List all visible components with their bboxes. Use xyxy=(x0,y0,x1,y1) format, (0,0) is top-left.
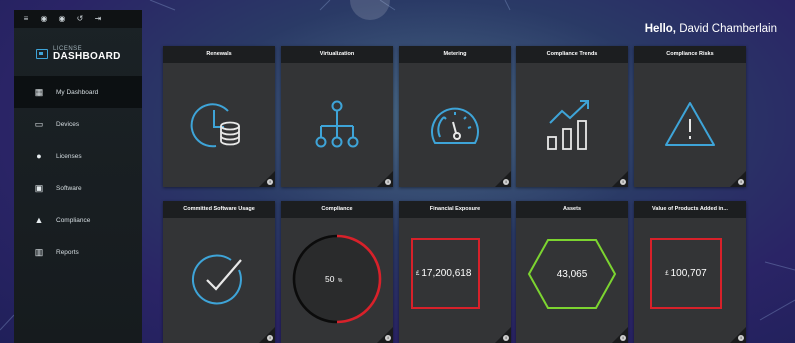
info-icon[interactable]: i xyxy=(267,335,273,341)
compliance-unit: % xyxy=(337,278,343,284)
tile-title: Virtualization xyxy=(281,46,393,63)
greeting-hello: Hello, xyxy=(644,23,676,35)
compliance-value: 50 % xyxy=(325,274,342,284)
info-icon[interactable]: i xyxy=(385,335,391,341)
warning-icon: ▲ xyxy=(34,215,44,225)
tile-value-of-products-added[interactable]: Value of Products Added in... £ 100,707 … xyxy=(634,201,746,343)
sidebar-item-devices[interactable]: ▭ Devices xyxy=(14,108,142,140)
sidebar-item-software[interactable]: ▣ Software xyxy=(14,172,142,204)
sidebar-item-my-dashboard[interactable]: ▦ My Dashboard xyxy=(14,76,142,108)
tile-title: Value of Products Added in... xyxy=(634,201,746,218)
compliance-number: 50 xyxy=(325,274,335,284)
clock-coins-icon xyxy=(190,103,240,148)
checkmark-circle-icon xyxy=(191,254,242,305)
sidebar-item-label: Reports xyxy=(56,248,79,256)
sidebar: ≡ ◉ ◉ ↺ ⇥ LICENSE DASHBOARD ▦ My Dashboa… xyxy=(14,10,142,343)
tile-title: Assets xyxy=(516,201,628,218)
settings-icon[interactable]: ◉ xyxy=(40,10,48,28)
tile-title: Compliance Trends xyxy=(516,46,628,63)
gauge-icon xyxy=(431,107,479,144)
tile-title: Compliance Risks xyxy=(634,46,746,63)
warning-triangle-icon xyxy=(665,102,715,146)
info-icon[interactable]: i xyxy=(503,179,509,185)
sidebar-item-licenses[interactable]: ● Licenses xyxy=(14,140,142,172)
info-icon[interactable]: i xyxy=(385,179,391,185)
tile-compliance-trends[interactable]: Compliance Trends i xyxy=(516,46,628,187)
software-icon: ▣ xyxy=(34,182,44,193)
menu-icon[interactable]: ≡ xyxy=(22,10,30,28)
tile-renewals[interactable]: Renewals i xyxy=(163,46,275,187)
logo-title: DASHBOARD xyxy=(53,51,121,62)
laptop-icon: ▭ xyxy=(34,118,44,129)
sidebar-item-reports[interactable]: ▥ Reports xyxy=(14,236,142,268)
logout-icon[interactable]: ⇥ xyxy=(94,10,102,28)
financial-exposure-box: £ 17,200,618 xyxy=(411,238,480,309)
currency-symbol: £ xyxy=(416,270,420,277)
trend-chart-icon xyxy=(547,100,589,150)
info-icon[interactable]: i xyxy=(738,335,744,341)
user-name: David Chamberlain xyxy=(679,23,777,35)
tile-title: Financial Exposure xyxy=(399,201,511,218)
sidebar-item-label: Compliance xyxy=(56,216,91,224)
sidebar-item-label: Devices xyxy=(56,120,80,128)
tile-committed-software-usage[interactable]: Committed Software Usage i xyxy=(163,201,275,343)
currency-symbol: £ xyxy=(665,270,669,277)
hierarchy-icon xyxy=(315,100,359,148)
top-toolbar: ≡ ◉ ◉ ↺ ⇥ xyxy=(14,10,142,28)
info-icon[interactable]: i xyxy=(738,179,744,185)
products-value-box: £ 100,707 xyxy=(650,238,722,309)
chart-icon: ▥ xyxy=(34,246,44,257)
tile-compliance[interactable]: Compliance 50 % i xyxy=(281,201,393,343)
grid-icon: ▦ xyxy=(34,86,44,97)
tile-title: Compliance xyxy=(281,201,393,218)
tile-title: Renewals xyxy=(163,46,275,63)
sidebar-item-label: Software xyxy=(56,184,82,192)
sidebar-nav: ▦ My Dashboard ▭ Devices ● Licenses ▣ So… xyxy=(14,76,142,268)
app-logo[interactable]: LICENSE DASHBOARD xyxy=(14,28,142,70)
info-icon[interactable]: i xyxy=(503,335,509,341)
tile-title: Metering xyxy=(399,46,511,63)
sidebar-item-compliance[interactable]: ▲ Compliance xyxy=(14,204,142,236)
financial-exposure-value: 17,200,618 xyxy=(421,268,472,279)
info-icon[interactable]: i xyxy=(620,179,626,185)
sidebar-item-label: My Dashboard xyxy=(56,88,99,96)
logo-icon xyxy=(36,49,48,59)
undo-icon[interactable]: ↺ xyxy=(76,10,84,28)
info-icon[interactable]: i xyxy=(620,335,626,341)
tile-financial-exposure[interactable]: Financial Exposure £ 17,200,618 i xyxy=(399,201,511,343)
sidebar-item-label: Licenses xyxy=(56,152,82,160)
assets-value-box: 43,065 xyxy=(526,238,618,310)
tile-assets[interactable]: Assets 43,065 i xyxy=(516,201,628,343)
tile-title: Committed Software Usage xyxy=(163,201,275,218)
tile-compliance-risks[interactable]: Compliance Risks i xyxy=(634,46,746,187)
license-icon: ● xyxy=(36,151,42,161)
products-value: 100,707 xyxy=(670,268,707,279)
info-icon[interactable]: i xyxy=(267,179,273,185)
tile-metering[interactable]: Metering i xyxy=(399,46,511,187)
assets-value: 43,065 xyxy=(556,268,588,280)
refresh-icon[interactable]: ◉ xyxy=(58,10,66,28)
user-greeting: Hello, David Chamberlain xyxy=(645,23,777,35)
tile-virtualization[interactable]: Virtualization i xyxy=(281,46,393,187)
